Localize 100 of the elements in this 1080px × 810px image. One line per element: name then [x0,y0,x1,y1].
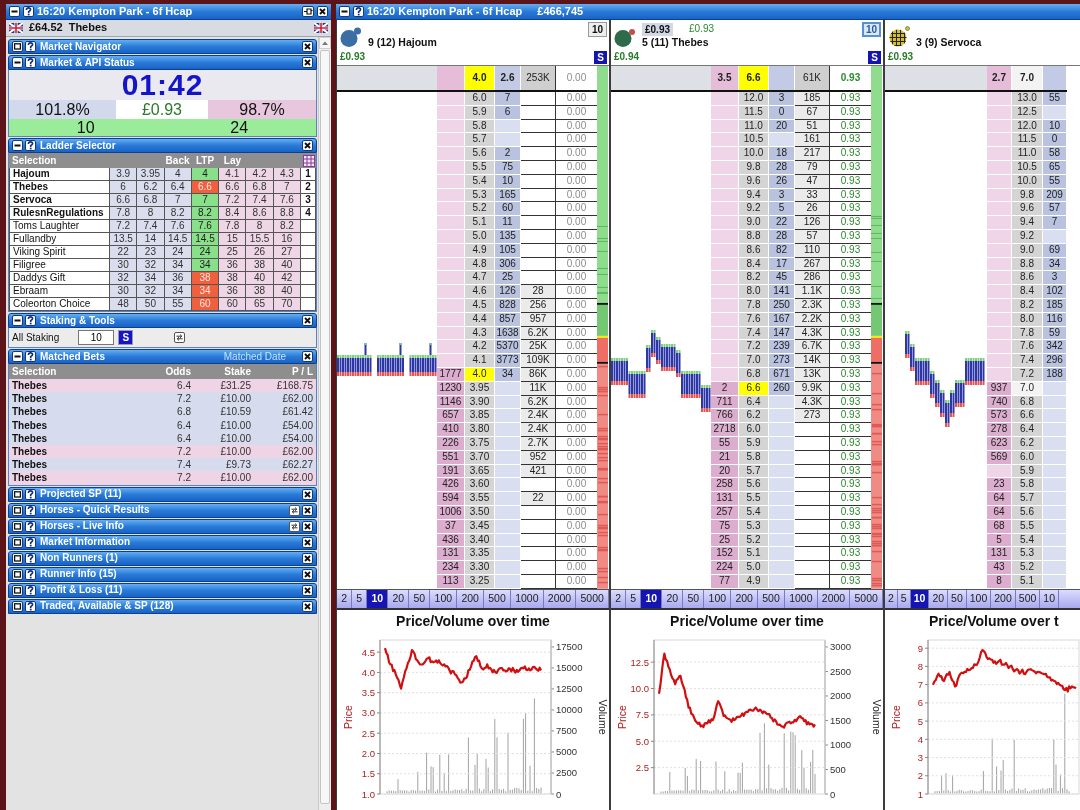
help-icon[interactable] [25,600,36,612]
runner-name[interactable]: Filigree [10,259,110,272]
back-cell[interactable] [495,423,521,437]
back-amount[interactable]: 60 [495,202,521,217]
stake-amount-button[interactable]: 20 [388,589,410,608]
runner-name[interactable]: Hajoum [10,168,110,181]
restore-icon[interactable] [12,600,23,612]
lay-cell[interactable] [437,216,465,230]
lay-amount[interactable]: 152 [711,547,739,562]
restore-icon[interactable] [12,41,23,52]
back-amount[interactable]: 3 [1043,271,1067,286]
lay-amount[interactable]: 426 [437,478,465,493]
back-price[interactable]: 7.6 [164,220,192,233]
stake-amount-button[interactable]: 50 [683,589,705,608]
stake-amount-button[interactable]: 500 [758,589,785,608]
lay-amount[interactable]: 258 [711,478,739,493]
lay-cell[interactable] [987,354,1012,368]
stake-amount-button[interactable]: 10 [367,589,389,608]
runner-name[interactable]: Coleorton Choice [10,298,110,311]
back-price[interactable]: 8 [137,207,165,220]
back-amount[interactable]: 296 [1043,354,1067,368]
lay-price[interactable]: 38 [246,259,274,272]
back-price[interactable]: 32 [110,272,138,285]
stake-button[interactable]: S [118,330,134,345]
lay-amount[interactable]: 131 [437,547,465,562]
back-amount[interactable]: 57 [1043,202,1067,217]
back-cell[interactable] [1043,547,1067,562]
back-price[interactable]: 22 [110,246,138,259]
stake-amount-button[interactable]: 500 [484,589,511,608]
lay-cell[interactable] [987,133,1012,148]
minimize-icon[interactable] [9,6,20,17]
bet-row[interactable]: Thebes 7.2 £10.00 £62.00 [9,471,316,485]
lay-amount[interactable]: 43 [987,561,1012,575]
close-icon[interactable] [302,57,313,68]
lay-cell[interactable] [437,340,465,355]
back-price[interactable]: 6.8 [137,194,165,207]
back-price[interactable]: 14.5 [164,233,192,246]
back-amount[interactable]: 0 [1043,133,1067,148]
lay-cell[interactable] [437,354,465,368]
lay-amount[interactable]: 131 [987,547,1012,562]
back-price[interactable]: 8.2 [164,207,192,220]
lay-amount[interactable]: 594 [437,492,465,506]
swap-icon[interactable] [174,332,186,343]
refresh-icon[interactable] [289,504,300,516]
back-price[interactable]: 34 [137,272,165,285]
lay-cell[interactable] [987,216,1012,230]
close-icon[interactable] [302,584,313,596]
stake-amount-button[interactable]: 1000 [784,589,818,608]
stake-amount-button[interactable]: 100 [704,589,732,608]
lay-price[interactable]: 60 [219,298,247,311]
stake-amount-button[interactable]: 2 [611,589,627,608]
runner-name[interactable]: Toms Laughter [10,220,110,233]
help-icon[interactable] [25,536,36,548]
lay-amount[interactable]: 2718 [711,423,739,437]
back-amount[interactable]: 11 [495,216,521,230]
back-price[interactable]: 3.9 [110,168,138,181]
lay-price[interactable]: 27 [273,246,301,259]
back-price[interactable]: 34 [164,259,192,272]
lay-cell[interactable] [987,92,1012,106]
lay-price[interactable]: 7.6 [273,194,301,207]
lay-amount[interactable]: 3.5 [711,66,739,90]
grid-icon[interactable] [302,154,315,167]
bet-row[interactable]: Thebes 6.8 £10.59 £61.42 [9,405,316,419]
stake-amount-button[interactable]: 100 [966,589,992,608]
runner-name[interactable]: Thebes [10,181,110,194]
lay-price[interactable]: 8 [246,220,274,233]
bet-row[interactable]: Thebes 7.2 £10.00 £62.00 [9,392,316,406]
lay-price[interactable]: 4.3 [273,168,301,181]
stake-amount-button[interactable]: 20 [662,589,684,608]
back-cell[interactable] [495,133,521,148]
scrollbar-thumb[interactable] [320,50,330,804]
refresh-icon[interactable] [289,520,300,532]
stake-amount-button[interactable]: 2 [885,589,898,608]
back-cell[interactable] [1043,423,1067,437]
back-price[interactable]: 13.5 [110,233,138,246]
lay-price[interactable]: 16 [273,233,301,246]
lay-cell[interactable] [711,202,739,217]
back-amount[interactable]: 273 [769,354,795,368]
back-cell[interactable] [769,409,795,424]
help-icon[interactable] [25,568,36,580]
lay-amount[interactable]: 234 [437,561,465,575]
lay-amount[interactable]: 23 [987,478,1012,493]
lay-cell[interactable] [437,202,465,217]
back-cell[interactable] [1043,409,1067,424]
restore-icon[interactable] [12,504,23,516]
lay-amount[interactable]: 410 [437,423,465,437]
back-price[interactable]: 36 [164,272,192,285]
help-icon[interactable] [25,520,36,532]
back-cell[interactable] [769,478,795,493]
back-amount[interactable]: 55 [1043,92,1067,106]
lay-cell[interactable] [987,285,1012,299]
lay-cell[interactable] [711,133,739,148]
back-cell[interactable] [495,547,521,562]
lay-amount[interactable]: 278 [987,423,1012,437]
stake-amount-button[interactable]: 2000 [817,589,851,608]
bet-row[interactable]: Thebes 7.4 £9.73 £62.27 [9,458,316,472]
back-amount[interactable]: 126 [495,285,521,299]
back-price[interactable]: 24 [164,246,192,259]
lay-cell[interactable] [987,202,1012,217]
back-price[interactable]: 23 [137,246,165,259]
